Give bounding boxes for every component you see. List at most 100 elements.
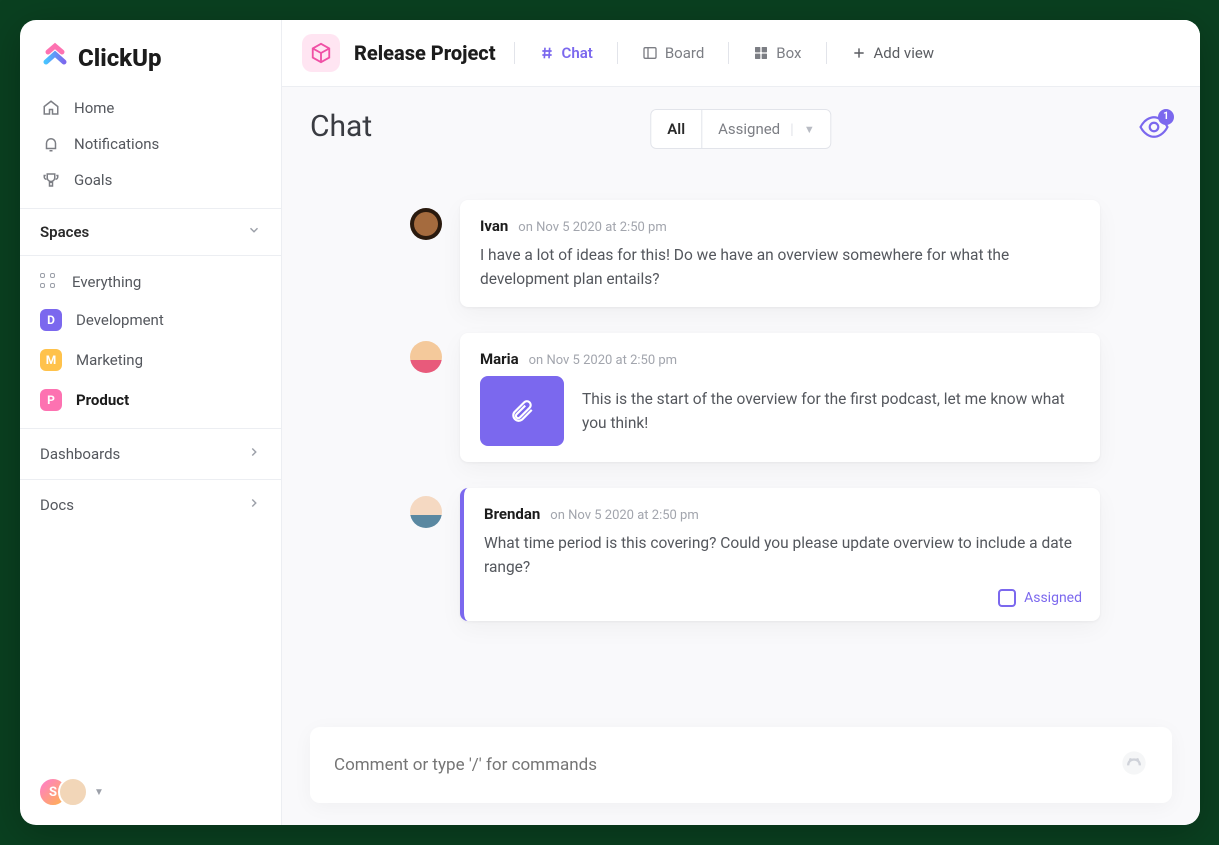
spaces-header-label: Spaces	[40, 223, 89, 241]
message-card[interactable]: Maria on Nov 5 2020 at 2:50 pm This is t…	[460, 333, 1100, 462]
divider	[514, 42, 515, 64]
user-avatar-stack[interactable]: S	[38, 777, 88, 807]
message-body: This is the start of the overview for th…	[582, 387, 1080, 435]
comment-input[interactable]	[334, 755, 1120, 775]
chevron-down-icon	[247, 223, 261, 241]
attachment-thumbnail[interactable]	[480, 376, 564, 446]
watchers-button[interactable]: 1	[1136, 113, 1172, 141]
message-header: Brendan on Nov 5 2020 at 2:50 pm	[484, 504, 1080, 523]
home-icon	[42, 99, 60, 117]
space-badge: D	[40, 309, 62, 331]
message-card[interactable]: Ivan on Nov 5 2020 at 2:50 pm I have a l…	[460, 200, 1100, 307]
message-body-wrapper: This is the start of the overview for th…	[480, 376, 1080, 446]
filter-all-button[interactable]: All	[651, 110, 701, 148]
view-tab-chat[interactable]: Chat	[533, 38, 599, 68]
paperclip-icon	[509, 398, 535, 424]
add-view-label: Add view	[874, 44, 935, 62]
main-area: Release Project Chat Board Box Add view	[282, 20, 1200, 825]
message-author: Maria	[480, 350, 519, 368]
message-author: Brendan	[484, 505, 540, 523]
primary-nav: Home Notifications Goals	[20, 90, 281, 198]
app-window: ClickUp Home Notifications Goals Spaces	[20, 20, 1200, 825]
topbar: Release Project Chat Board Box Add view	[282, 20, 1200, 87]
message: Maria on Nov 5 2020 at 2:50 pm This is t…	[410, 333, 1172, 462]
box-icon	[753, 45, 769, 61]
message-timestamp: on Nov 5 2020 at 2:50 pm	[550, 508, 698, 523]
filter-label: All	[667, 120, 685, 138]
chevron-right-icon	[247, 445, 261, 463]
message: Brendan on Nov 5 2020 at 2:50 pm What ti…	[410, 488, 1172, 621]
divider	[617, 42, 618, 64]
message-header: Maria on Nov 5 2020 at 2:50 pm	[480, 349, 1080, 368]
nav-label: Home	[74, 99, 114, 117]
checkbox-icon	[998, 589, 1016, 607]
divider	[728, 42, 729, 64]
nav-goals[interactable]: Goals	[28, 162, 273, 198]
sidebar-footer: S ▼	[20, 759, 281, 825]
assigned-badge[interactable]: Assigned	[998, 589, 1082, 607]
avatar	[410, 208, 442, 240]
message: Ivan on Nov 5 2020 at 2:50 pm I have a l…	[410, 200, 1172, 307]
nav-label: Docs	[40, 496, 74, 514]
space-everything[interactable]: Everything	[28, 264, 273, 300]
nav-dashboards[interactable]: Dashboards	[20, 428, 281, 479]
caret-down-icon[interactable]: ▼	[94, 787, 104, 798]
nav-label: Dashboards	[40, 445, 120, 463]
space-product[interactable]: P Product	[28, 380, 273, 420]
content: Chat All Assigned | ▼ 1	[282, 87, 1200, 825]
filter-assigned-button[interactable]: Assigned | ▼	[701, 110, 831, 148]
space-label: Product	[76, 391, 129, 409]
filter-label: Assigned	[718, 120, 780, 138]
space-development[interactable]: D Development	[28, 300, 273, 340]
view-tab-label: Chat	[562, 44, 593, 62]
avatar	[410, 341, 442, 373]
message-timestamp: on Nov 5 2020 at 2:50 pm	[518, 220, 666, 235]
view-tab-label: Board	[665, 44, 704, 62]
nav-docs[interactable]: Docs	[20, 479, 281, 530]
logo-mark-icon	[40, 42, 72, 74]
watchers-count-badge: 1	[1158, 109, 1174, 125]
avatar	[58, 777, 88, 807]
nav-home[interactable]: Home	[28, 90, 273, 126]
nav-label: Notifications	[74, 135, 159, 153]
chevron-right-icon	[247, 496, 261, 514]
message-list: Ivan on Nov 5 2020 at 2:50 pm I have a l…	[310, 160, 1172, 707]
hash-icon	[539, 45, 555, 61]
message-card[interactable]: Brendan on Nov 5 2020 at 2:50 pm What ti…	[460, 488, 1100, 621]
message-body: I have a lot of ideas for this! Do we ha…	[480, 243, 1080, 291]
nav-label: Goals	[74, 171, 112, 189]
project-title: Release Project	[354, 41, 496, 65]
spaces-list: Everything D Development M Marketing P P…	[20, 256, 281, 428]
sidebar: ClickUp Home Notifications Goals Spaces	[20, 20, 282, 825]
message-body: What time period is this covering? Could…	[484, 531, 1080, 605]
board-icon	[642, 45, 658, 61]
add-view-button[interactable]: Add view	[845, 38, 941, 68]
chevron-down-icon: ▼	[804, 123, 815, 136]
send-icon[interactable]	[1120, 749, 1148, 781]
view-tab-box[interactable]: Box	[747, 38, 807, 68]
space-label: Development	[76, 311, 164, 329]
plus-icon	[851, 45, 867, 61]
trophy-icon	[42, 171, 60, 189]
message-header: Ivan on Nov 5 2020 at 2:50 pm	[480, 216, 1080, 235]
project-icon	[302, 34, 340, 72]
everything-icon	[40, 273, 58, 291]
space-marketing[interactable]: M Marketing	[28, 340, 273, 380]
view-tab-board[interactable]: Board	[636, 38, 710, 68]
space-label: Marketing	[76, 351, 143, 369]
bell-icon	[42, 135, 60, 153]
space-badge: P	[40, 389, 62, 411]
avatar	[410, 496, 442, 528]
space-badge: M	[40, 349, 62, 371]
message-timestamp: on Nov 5 2020 at 2:50 pm	[529, 353, 677, 368]
comment-composer[interactable]	[310, 727, 1172, 803]
divider	[826, 42, 827, 64]
message-author: Ivan	[480, 217, 508, 235]
nav-notifications[interactable]: Notifications	[28, 126, 273, 162]
brand-logo[interactable]: ClickUp	[20, 20, 281, 90]
brand-name: ClickUp	[78, 44, 162, 72]
spaces-header[interactable]: Spaces	[20, 208, 281, 256]
space-label: Everything	[72, 273, 141, 291]
page-title: Chat	[310, 109, 372, 144]
view-tab-label: Box	[776, 44, 801, 62]
